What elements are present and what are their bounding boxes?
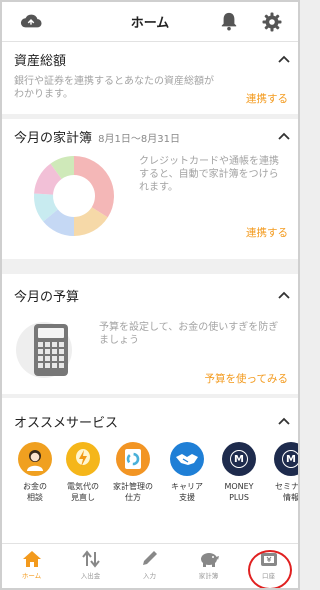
household-card: 今月の家計簿 8月1日〜8月31日 クレジットカードや通帳を連携すると、自動で家… [2, 119, 298, 259]
nav-label: 入出金 [80, 572, 101, 580]
service-label: MONEY PLUS [224, 482, 254, 502]
bell-icon[interactable] [220, 11, 238, 31]
service-seminar[interactable]: M セミナー 情報 [266, 442, 299, 503]
assets-link-button[interactable]: 連携する [246, 91, 288, 106]
service-moneyplus[interactable]: M MONEY PLUS [214, 442, 264, 503]
household-title-text: 今月の家計簿 [14, 131, 93, 146]
nav-item-home[interactable]: ホーム [2, 544, 61, 588]
gear-icon[interactable] [262, 12, 282, 32]
donut-segment [74, 156, 114, 218]
service-label: 電気代の 見直し [67, 482, 99, 502]
calculator-icon [16, 322, 72, 378]
moneyplus-logo-icon: M [222, 442, 256, 476]
chevron-up-icon[interactable] [278, 55, 290, 63]
nav-label: 入力 [143, 572, 156, 580]
chevron-up-icon[interactable] [278, 417, 290, 425]
pencil-icon [142, 551, 157, 565]
service-electricity[interactable]: 電気代の 見直し [58, 442, 108, 503]
tablet-icon [116, 442, 150, 476]
service-label: 家計管理の 仕方 [113, 482, 153, 502]
app-header: ホーム [2, 2, 298, 42]
seminar-logo-letter: M [282, 450, 298, 468]
page-title: ホーム [130, 16, 170, 31]
nav-item-household[interactable]: 家計簿 [179, 544, 238, 588]
piggybank-icon [200, 553, 219, 567]
budget-description: 予算を設定して、お金の使いすぎを防ぎましょう [99, 322, 279, 346]
assets-title: 資産総額 [14, 54, 67, 69]
services-title: オススメサービス [14, 416, 119, 431]
highlight-ring [248, 550, 292, 588]
assets-card: 資産総額 銀行や証券を連携するとあなたの資産総額がわかります。 連携する [2, 42, 298, 114]
household-title: 今月の家計簿 8月1日〜8月31日 [14, 127, 180, 146]
service-label: セミナー 情報 [275, 482, 299, 502]
transfer-icon [81, 550, 100, 568]
app-frame: ホーム 資産総額 銀行や証券を連携するとあなたの資産総額がわかります。 連携する… [0, 0, 300, 590]
home-icon [22, 551, 41, 567]
nav-label: ホーム [21, 572, 42, 580]
service-label: キャリア 支援 [171, 482, 203, 502]
household-period: 8月1日〜8月31日 [98, 134, 180, 145]
chevron-up-icon[interactable] [278, 291, 290, 299]
budget-card: 今月の予算 予算を設定して、お金の使いすぎを防ぎましょう 予算を使ってみる [2, 274, 298, 394]
budget-link-button[interactable]: 予算を使ってみる [205, 371, 288, 386]
budget-title: 今月の予算 [14, 290, 80, 305]
cloud-sync-icon[interactable] [20, 12, 42, 30]
household-donut-chart [34, 156, 114, 236]
service-money-consult[interactable]: お金の 相談 [10, 442, 60, 503]
household-description: クレジットカードや通帳を連携すると、自動で家計簿をつけられます。 [139, 156, 279, 193]
nav-item-input[interactable]: 入力 [120, 544, 179, 588]
service-career[interactable]: キャリア 支援 [162, 442, 212, 503]
seminar-logo-icon: M [274, 442, 298, 476]
household-link-button[interactable]: 連携する [246, 225, 288, 240]
bolt-icon [66, 442, 100, 476]
assets-description: 銀行や証券を連携するとあなたの資産総額がわかります。 [14, 76, 214, 100]
moneyplus-logo-letter: M [230, 450, 248, 468]
chevron-up-icon[interactable] [278, 132, 290, 140]
service-household-guide[interactable]: 家計管理の 仕方 [108, 442, 158, 503]
service-label: お金の 相談 [23, 482, 47, 502]
person-icon [18, 442, 52, 476]
services-card: オススメサービス お金の 相談 電気代の 見直し 家計管理の 仕方 キャリア 支… [2, 398, 298, 543]
nav-label: 家計簿 [198, 572, 219, 580]
nav-item-transfer[interactable]: 入出金 [61, 544, 120, 588]
handshake-icon [170, 442, 204, 476]
